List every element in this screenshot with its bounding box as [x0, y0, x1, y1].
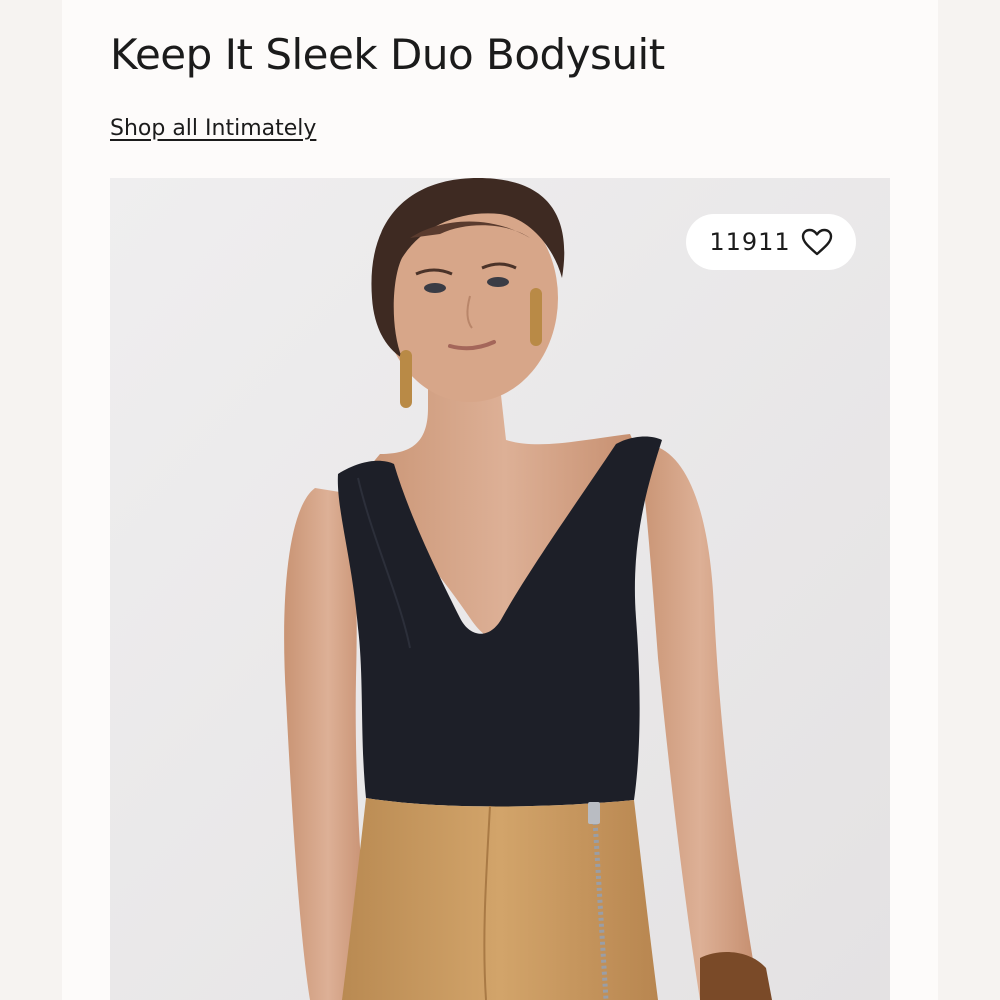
heart-outline-icon [801, 228, 832, 256]
shop-all-link[interactable]: Shop all Intimately [110, 116, 316, 141]
product-image[interactable]: 11911 [110, 178, 890, 1000]
product-title: Keep It Sleek Duo Bodysuit [110, 30, 665, 79]
model-illustration [110, 178, 890, 1000]
like-count: 11911 [709, 228, 791, 256]
product-page: Keep It Sleek Duo Bodysuit Shop all Inti… [62, 0, 938, 1000]
like-button[interactable]: 11911 [686, 214, 856, 270]
